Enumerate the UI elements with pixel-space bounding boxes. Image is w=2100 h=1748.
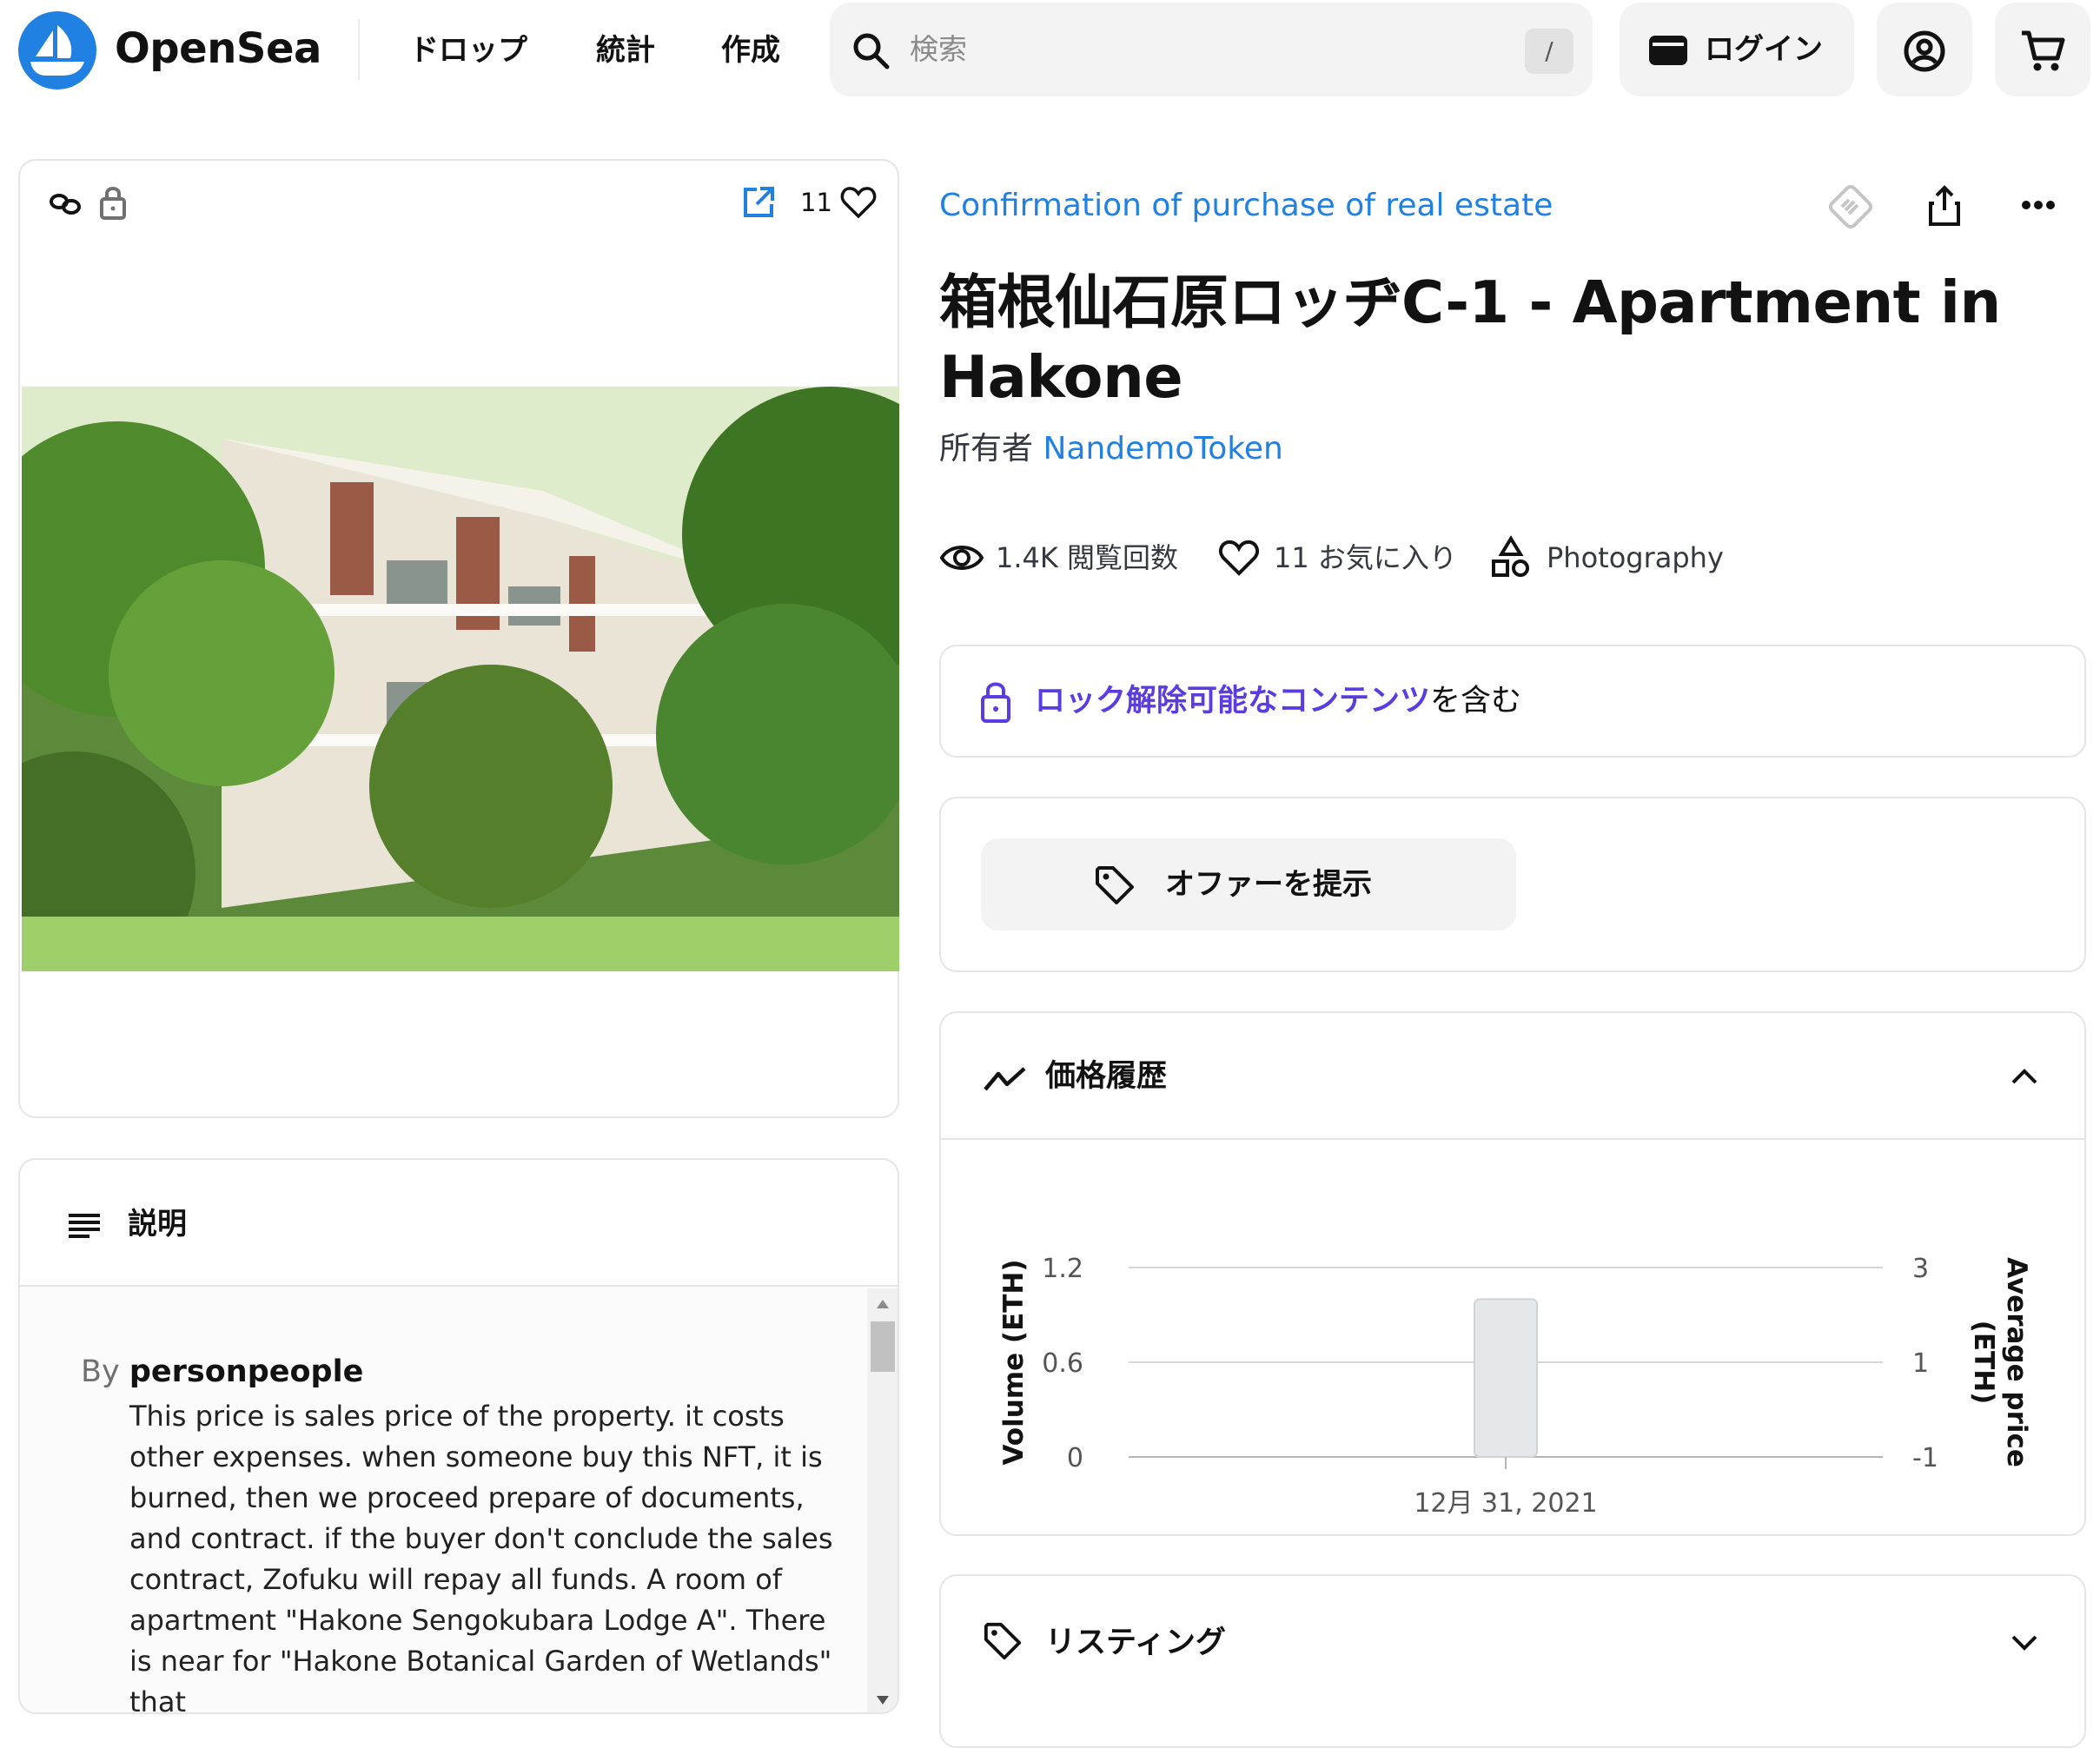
unlockable-text: ロック解除可能なコンテンツを含む <box>1035 679 1521 723</box>
like-count: 11 <box>800 188 832 217</box>
heart-icon[interactable] <box>840 185 877 220</box>
collection-link[interactable]: Confirmation of purchase of real estate <box>939 184 1553 228</box>
y2-tick-label: -1 <box>1912 1443 1938 1473</box>
top-navigation: OpenSea ドロップ 統計 作成 検索 / ログイン <box>0 0 2100 101</box>
price-history-chart: 1.2 0.6 0 3 1 -1 Volume (ETH) Average price(ETH… <box>998 1254 2032 1519</box>
owner-prefix: 所有者 <box>939 431 1034 467</box>
item-title: 箱根仙石原ロッヂC-1 - Apartment in Hakone <box>939 268 2001 411</box>
y-tick-label: 0.6 <box>1042 1348 1083 1379</box>
description-header[interactable]: 説明 <box>20 1160 898 1287</box>
price-history-heading: 価格履歴 <box>1045 1059 1168 1094</box>
description-scrollbar[interactable] <box>867 1288 898 1712</box>
unlockable-highlight: ロック解除可能なコンテンツ <box>1035 684 1431 718</box>
description-heading: 説明 <box>128 1207 187 1241</box>
chevron-down-icon[interactable] <box>2010 1633 2039 1652</box>
item-photo[interactable] <box>22 387 899 971</box>
listing-card: リスティング <box>939 1574 2086 1748</box>
unlock-lock-icon <box>981 682 1010 723</box>
login-label: ログイン <box>1705 32 1823 67</box>
login-button[interactable]: ログイン <box>1620 3 1854 96</box>
subject-icon <box>69 1214 100 1238</box>
search-bar[interactable]: 検索 / <box>830 3 1593 96</box>
description-text: This price is sales price of the propert… <box>129 1400 833 1714</box>
price-history-header[interactable]: 価格履歴 <box>941 1013 2084 1140</box>
search-shortcut-badge: / <box>1525 29 1573 74</box>
listing-heading[interactable]: リスティング <box>1045 1621 1226 1665</box>
scroll-thumb[interactable] <box>871 1321 895 1372</box>
search-icon <box>853 33 890 70</box>
author-link[interactable]: personpeople <box>129 1354 363 1389</box>
y-tick-label: 1.2 <box>1042 1254 1083 1284</box>
trend-line-icon <box>984 1067 1026 1091</box>
scroll-up-icon[interactable] <box>876 1299 890 1309</box>
make-offer-button[interactable]: オファーを提示 <box>981 838 1516 930</box>
owner-link[interactable]: NandemoToken <box>1043 431 1282 467</box>
brand-name[interactable]: OpenSea <box>115 21 321 76</box>
nav-link-drops[interactable]: ドロップ <box>409 26 527 75</box>
description-body: By personpeople This price is sales pric… <box>81 1351 845 1712</box>
favorites-count: 11 お気に入り <box>1274 541 1457 574</box>
listing-tag-icon <box>984 1622 1022 1660</box>
category-link[interactable]: Photography <box>1547 536 1724 579</box>
by-prefix: By <box>81 1354 120 1389</box>
open-in-new-icon[interactable] <box>741 185 776 220</box>
verified-badge-icon <box>1829 185 1872 228</box>
price-history-card: 価格履歴 1.2 0.6 0 3 1 -1 Volume (ETH) Average pric… <box>939 1011 2086 1536</box>
favorite-heart-icon <box>1219 540 1259 576</box>
offer-card: オファーを提示 <box>939 797 2086 972</box>
item-image-card: 11 <box>18 159 899 1118</box>
cart-icon <box>2022 30 2065 71</box>
share-icon[interactable] <box>1927 184 1962 228</box>
nav-link-create[interactable]: 作成 <box>721 26 780 75</box>
views-count: 1.4K 閲覧回数 <box>996 541 1179 574</box>
y2-axis-title-line2: (ETH) <box>1968 1321 1999 1405</box>
unlockable-suffix: を含む <box>1430 684 1522 718</box>
make-offer-label: オファーを提示 <box>1165 867 1372 902</box>
tag-icon <box>1096 866 1134 904</box>
category-shapes-icon <box>1492 535 1529 577</box>
y2-axis-title-line1: Average price <box>2001 1257 2032 1467</box>
cart-button[interactable] <box>1995 3 2090 96</box>
eye-icon <box>939 546 984 570</box>
y-tick-label: 0 <box>1067 1443 1083 1473</box>
volume-bar <box>1474 1298 1538 1458</box>
chevron-up-icon[interactable] <box>2010 1067 2039 1086</box>
y2-tick-label: 1 <box>1912 1348 1929 1379</box>
y-axis-title: Volume (ETH) <box>998 1259 1030 1465</box>
wallet-icon <box>1649 36 1687 65</box>
owner-line: 所有者 NandemoToken <box>939 427 1283 471</box>
y2-tick-label: 3 <box>1912 1254 1929 1284</box>
lock-icon <box>100 187 126 220</box>
nav-divider <box>358 19 360 80</box>
more-options-icon[interactable] <box>2021 196 2056 214</box>
profile-button[interactable] <box>1877 3 1972 96</box>
x-tick-label: 12月 31, 2021 <box>1414 1488 1597 1519</box>
author-line: By personpeople <box>81 1351 845 1393</box>
chain-link-icon <box>50 194 81 215</box>
scroll-down-icon[interactable] <box>876 1695 890 1705</box>
nav-link-stats[interactable]: 統計 <box>596 26 655 75</box>
account-icon <box>1904 30 1945 72</box>
search-input[interactable]: 検索 <box>910 29 967 70</box>
description-card: 説明 By personpeople This price is sales p… <box>18 1158 899 1714</box>
opensea-logo-icon[interactable] <box>18 11 96 89</box>
unlockable-content-card[interactable]: ロック解除可能なコンテンツを含む <box>939 645 2086 758</box>
